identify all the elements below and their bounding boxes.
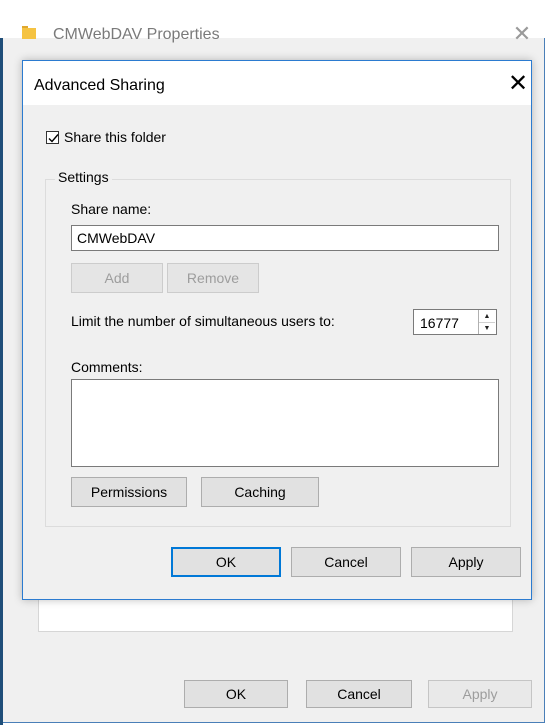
limit-users-value[interactable]: 16777 [420, 315, 474, 331]
ok-button[interactable]: OK [171, 547, 281, 577]
cancel-button[interactable]: Cancel [291, 547, 401, 577]
remove-button[interactable]: Remove [167, 263, 259, 293]
advanced-sharing-dialog: Advanced Sharing ✕ Share this folder Set… [22, 60, 532, 600]
share-name-label: Share name: [71, 201, 152, 217]
properties-apply-button[interactable]: Apply [428, 680, 532, 708]
caching-button[interactable]: Caching [201, 477, 319, 507]
add-button[interactable]: Add [71, 263, 163, 293]
limit-users-stepper[interactable]: 16777 ▲ ▼ [413, 309, 497, 335]
spin-down-icon[interactable]: ▼ [479, 322, 495, 334]
permissions-button[interactable]: Permissions [71, 477, 187, 507]
dialog-titlebar[interactable]: Advanced Sharing ✕ [23, 61, 531, 105]
apply-button[interactable]: Apply [411, 547, 521, 577]
share-name-input[interactable]: CMWebDAV [71, 225, 499, 251]
close-icon[interactable]: ✕ [507, 72, 529, 96]
share-folder-label[interactable]: Share this folder [64, 129, 166, 145]
folder-icon [22, 26, 36, 39]
properties-title: CMWebDAV Properties [53, 26, 220, 43]
window-edge [0, 0, 3, 725]
close-icon[interactable]: ✕ [512, 23, 532, 45]
comments-label: Comments: [71, 359, 143, 375]
share-folder-checkbox[interactable] [46, 131, 59, 144]
properties-ok-button[interactable]: OK [184, 680, 288, 708]
properties-cancel-button[interactable]: Cancel [306, 680, 412, 708]
stepper-buttons: ▲ ▼ [478, 310, 496, 334]
comments-textarea[interactable] [71, 379, 499, 467]
settings-legend: Settings [55, 169, 112, 185]
properties-titlebar[interactable]: CMWebDAV Properties ✕ [0, 0, 545, 45]
dialog-title: Advanced Sharing [34, 77, 165, 94]
checkmark-icon [48, 134, 59, 143]
limit-users-label: Limit the number of simultaneous users t… [71, 313, 335, 329]
properties-content-panel [38, 596, 513, 632]
